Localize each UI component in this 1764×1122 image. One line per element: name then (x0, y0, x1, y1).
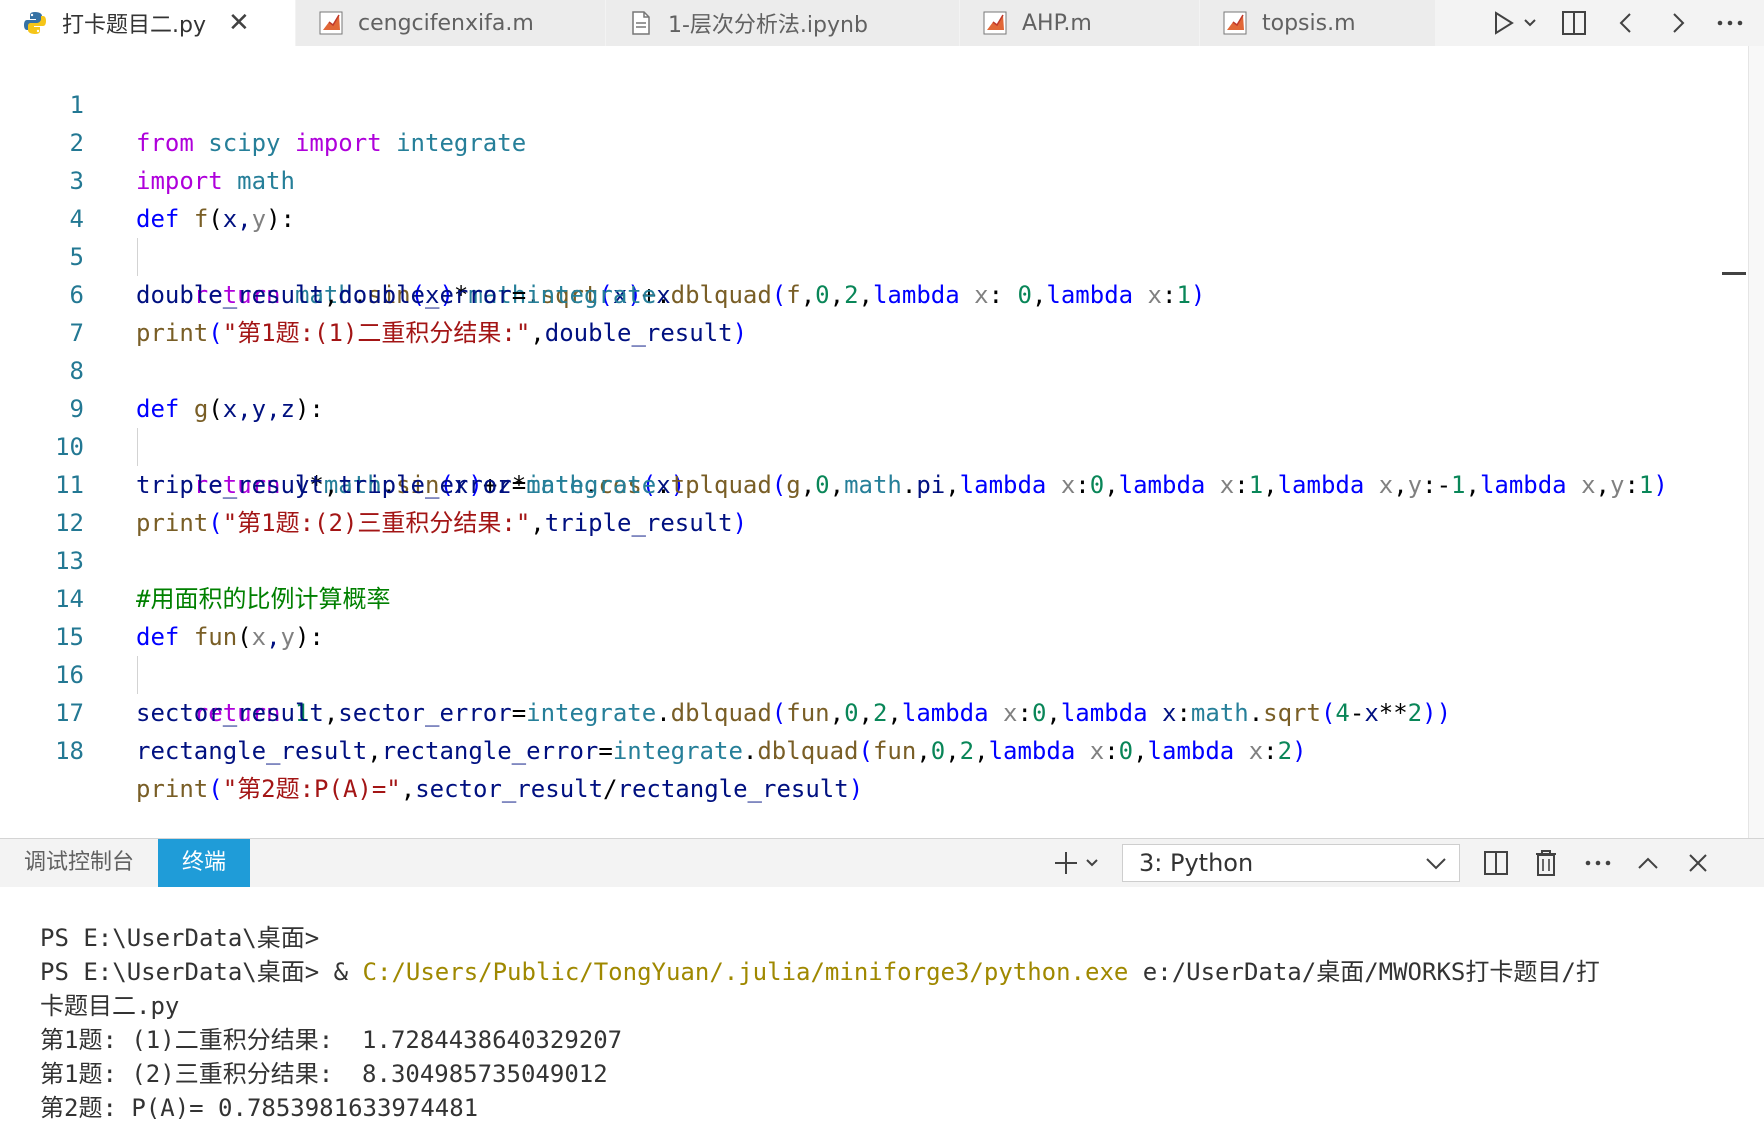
ellipsis-icon (1585, 860, 1611, 866)
terminal-line: PS E:\UserData\桌面> & C:/Users/Public/Ton… (40, 955, 1740, 989)
terminal-line: 第1题: (2)三重积分结果: 8.304985735049012 (40, 1060, 608, 1088)
terminal-line: 卡题目二.py (40, 992, 180, 1020)
line-number: 18 (55, 737, 84, 765)
matlab-icon (1222, 10, 1248, 36)
terminal-line: PS E:\UserData\桌面> (40, 921, 1740, 955)
tab-active-python-file[interactable]: 打卡题目二.py ✕ (0, 0, 296, 46)
more-actions-button[interactable] (1704, 0, 1756, 46)
ellipsis-icon (1717, 20, 1743, 26)
code-text: print("第2题:P(A)=",sector_result/rectangl… (136, 775, 864, 803)
split-editor-icon (1562, 11, 1586, 35)
code-editor[interactable]: 1 from scipy import integrate 2 import m… (0, 46, 1720, 838)
terminal-line: 第1题: (1)二重积分结果: 1.7284438640329207 (40, 1026, 623, 1054)
close-panel-button[interactable] (1672, 839, 1724, 887)
tab-label: cengcifenxifa.m (358, 10, 534, 36)
terminal-select[interactable]: 3: Python (1122, 844, 1460, 882)
tab-terminal[interactable]: 终端 (158, 839, 251, 887)
code-line: 6 print("第1题:(1)二重积分结果:",double_result) (0, 238, 1720, 347)
code-text: rectangle_result,rectangle_error=integra… (136, 737, 1307, 765)
split-terminal-button[interactable] (1470, 839, 1522, 887)
terminal-output[interactable]: PS E:\UserData\桌面> PS E:\UserData\桌面> & … (40, 921, 1740, 1122)
run-python-button[interactable] (1484, 0, 1548, 46)
close-icon (1689, 854, 1707, 872)
matlab-icon (982, 10, 1008, 36)
code-line: 16 sector_result,sector_error=integrate.… (0, 618, 1720, 727)
close-icon[interactable]: ✕ (228, 10, 250, 36)
chevron-down-icon (1425, 845, 1447, 891)
code-line: 14 def fun(x,y): (0, 542, 1720, 651)
terminal-prompt: PS E:\UserData\桌面> (40, 924, 334, 952)
tab-ahp[interactable]: AHP.m (960, 0, 1200, 46)
chevron-down-icon (1086, 859, 1098, 867)
panel-more-button[interactable] (1572, 839, 1624, 887)
code-line: 3 def f(x,y): (0, 124, 1720, 233)
tab-topsis[interactable]: topsis.m (1200, 0, 1436, 46)
editor-tab-bar: 打卡题目二.py ✕ cengcifenxifa.m 1-层次分析法.ipynb… (0, 0, 1764, 46)
tab-label: 1-层次分析法.ipynb (668, 13, 868, 38)
notebook-file-icon (628, 10, 654, 36)
code-line: 9 return y*math.sin(x)+z*math.cos(x) (0, 352, 1720, 499)
trash-icon (1536, 850, 1556, 876)
tab-debug-console[interactable]: 调试控制台 (0, 839, 158, 887)
maximize-panel-button[interactable] (1622, 839, 1674, 887)
code-line: 4 return math.sin(x)*math.sqrt(x)+x (0, 162, 1720, 309)
code-line: 12 (0, 466, 1720, 537)
chevron-up-icon (1638, 857, 1658, 869)
code-line: 11 print("第1题:(2)三重积分结果:",triple_result) (0, 428, 1720, 537)
code-line: 18 print("第2题:P(A)=",sector_result/recta… (0, 694, 1720, 803)
panel-header: 调试控制台 终端 3: Python (0, 839, 1764, 887)
chevron-down-icon (1524, 19, 1536, 27)
terminal-line: 第2题: P(A)= 0.7853981633974481 (40, 1094, 479, 1122)
navigate-forward-button[interactable] (1652, 0, 1704, 46)
chevron-right-icon (1673, 13, 1685, 33)
navigate-back-button[interactable] (1600, 0, 1652, 46)
editor-scrollbar[interactable] (1748, 46, 1764, 838)
code-line: 17 rectangle_result,rectangle_error=inte… (0, 656, 1720, 765)
code-line: 1 from scipy import integrate (0, 48, 1720, 157)
overview-ruler-marker (1722, 272, 1746, 275)
python-icon (22, 10, 48, 36)
code-line: 2 import math (0, 86, 1720, 195)
code-line: 8 def g(x,y,z): (0, 314, 1720, 423)
code-line: 13 #用面积的比例计算概率 (0, 504, 1720, 613)
tab-label: topsis.m (1262, 10, 1356, 36)
vscode-window: 打卡题目二.py ✕ cengcifenxifa.m 1-层次分析法.ipynb… (0, 0, 1764, 1122)
code-line: 7 (0, 276, 1720, 347)
terminal-exe-path: C:/Users/Public/TongYuan/.julia/miniforg… (362, 958, 1129, 986)
editor-actions (1484, 0, 1764, 46)
code-line: 15 return 1 (0, 580, 1720, 727)
split-terminal-icon (1484, 851, 1508, 875)
terminal-select-value: 3: Python (1139, 849, 1254, 877)
new-terminal-button[interactable] (1048, 839, 1112, 887)
kill-terminal-button[interactable] (1520, 839, 1572, 887)
code-line: 10 triple_result,triple_error=integrate.… (0, 390, 1720, 499)
terminal-prompt: PS E:\UserData\桌面> (40, 958, 334, 986)
tab-cengcifenxifa[interactable]: cengcifenxifa.m (296, 0, 606, 46)
bottom-panel: 调试控制台 终端 3: Python PS E:\UserData\桌面> PS… (0, 838, 1764, 1122)
plus-icon (1055, 852, 1077, 874)
split-editor-button[interactable] (1548, 0, 1600, 46)
code-line: 5 double_result,double_error=integrate.d… (0, 200, 1720, 309)
tab-label: AHP.m (1022, 10, 1092, 36)
terminal-operator: & (333, 958, 363, 986)
tab-label: 打卡题目二.py (62, 13, 206, 38)
chevron-left-icon (1619, 13, 1631, 33)
terminal-args: e:/UserData/桌面/MWORKS打卡题目/打 (1128, 958, 1600, 986)
matlab-icon (318, 10, 344, 36)
tab-notebook[interactable]: 1-层次分析法.ipynb (606, 0, 960, 46)
